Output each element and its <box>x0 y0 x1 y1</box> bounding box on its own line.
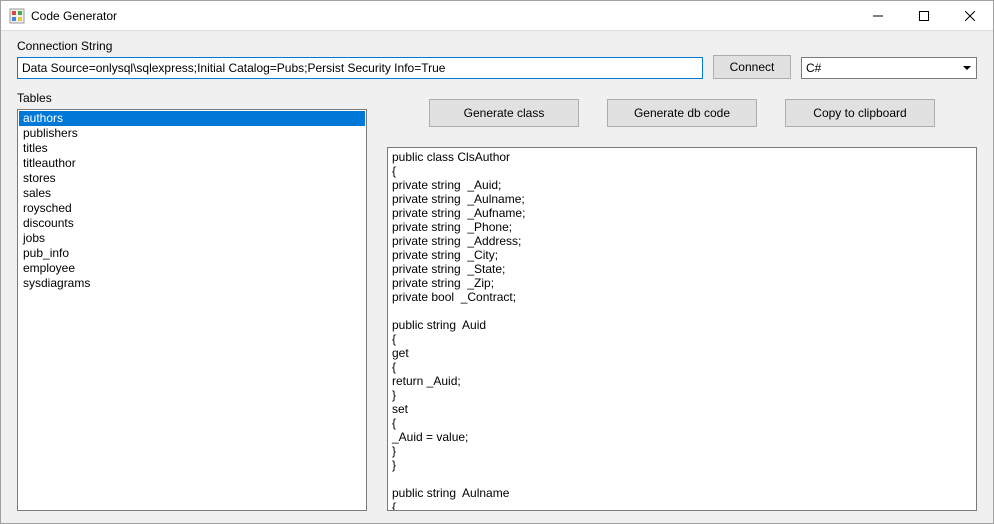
generate-class-button[interactable]: Generate class <box>429 99 579 127</box>
table-item[interactable]: jobs <box>19 231 365 246</box>
connect-button[interactable]: Connect <box>713 55 791 79</box>
copy-to-clipboard-button[interactable]: Copy to clipboard <box>785 99 935 127</box>
minimize-button[interactable] <box>855 1 901 31</box>
table-item[interactable]: authors <box>19 111 365 126</box>
table-item[interactable]: sales <box>19 186 365 201</box>
language-select[interactable]: C# <box>801 57 977 79</box>
table-item[interactable]: publishers <box>19 126 365 141</box>
table-item[interactable]: stores <box>19 171 365 186</box>
table-item[interactable]: titleauthor <box>19 156 365 171</box>
table-item[interactable]: titles <box>19 141 365 156</box>
client-area: Connection String Connect C# Tables auth… <box>1 31 993 523</box>
window-title: Code Generator <box>31 9 117 23</box>
connection-string-input[interactable] <box>17 57 703 79</box>
table-item[interactable]: sysdiagrams <box>19 276 365 291</box>
tables-listbox[interactable]: authorspublisherstitlestitleauthorstores… <box>17 109 367 511</box>
titlebar: Code Generator <box>1 1 993 31</box>
generate-db-code-button[interactable]: Generate db code <box>607 99 757 127</box>
maximize-button[interactable] <box>901 1 947 31</box>
code-output[interactable] <box>387 147 977 511</box>
close-button[interactable] <box>947 1 993 31</box>
tables-label: Tables <box>17 91 367 105</box>
table-item[interactable]: discounts <box>19 216 365 231</box>
table-item[interactable]: roysched <box>19 201 365 216</box>
connection-label: Connection String <box>17 39 703 53</box>
app-icon <box>9 8 25 24</box>
table-item[interactable]: pub_info <box>19 246 365 261</box>
table-item[interactable]: employee <box>19 261 365 276</box>
